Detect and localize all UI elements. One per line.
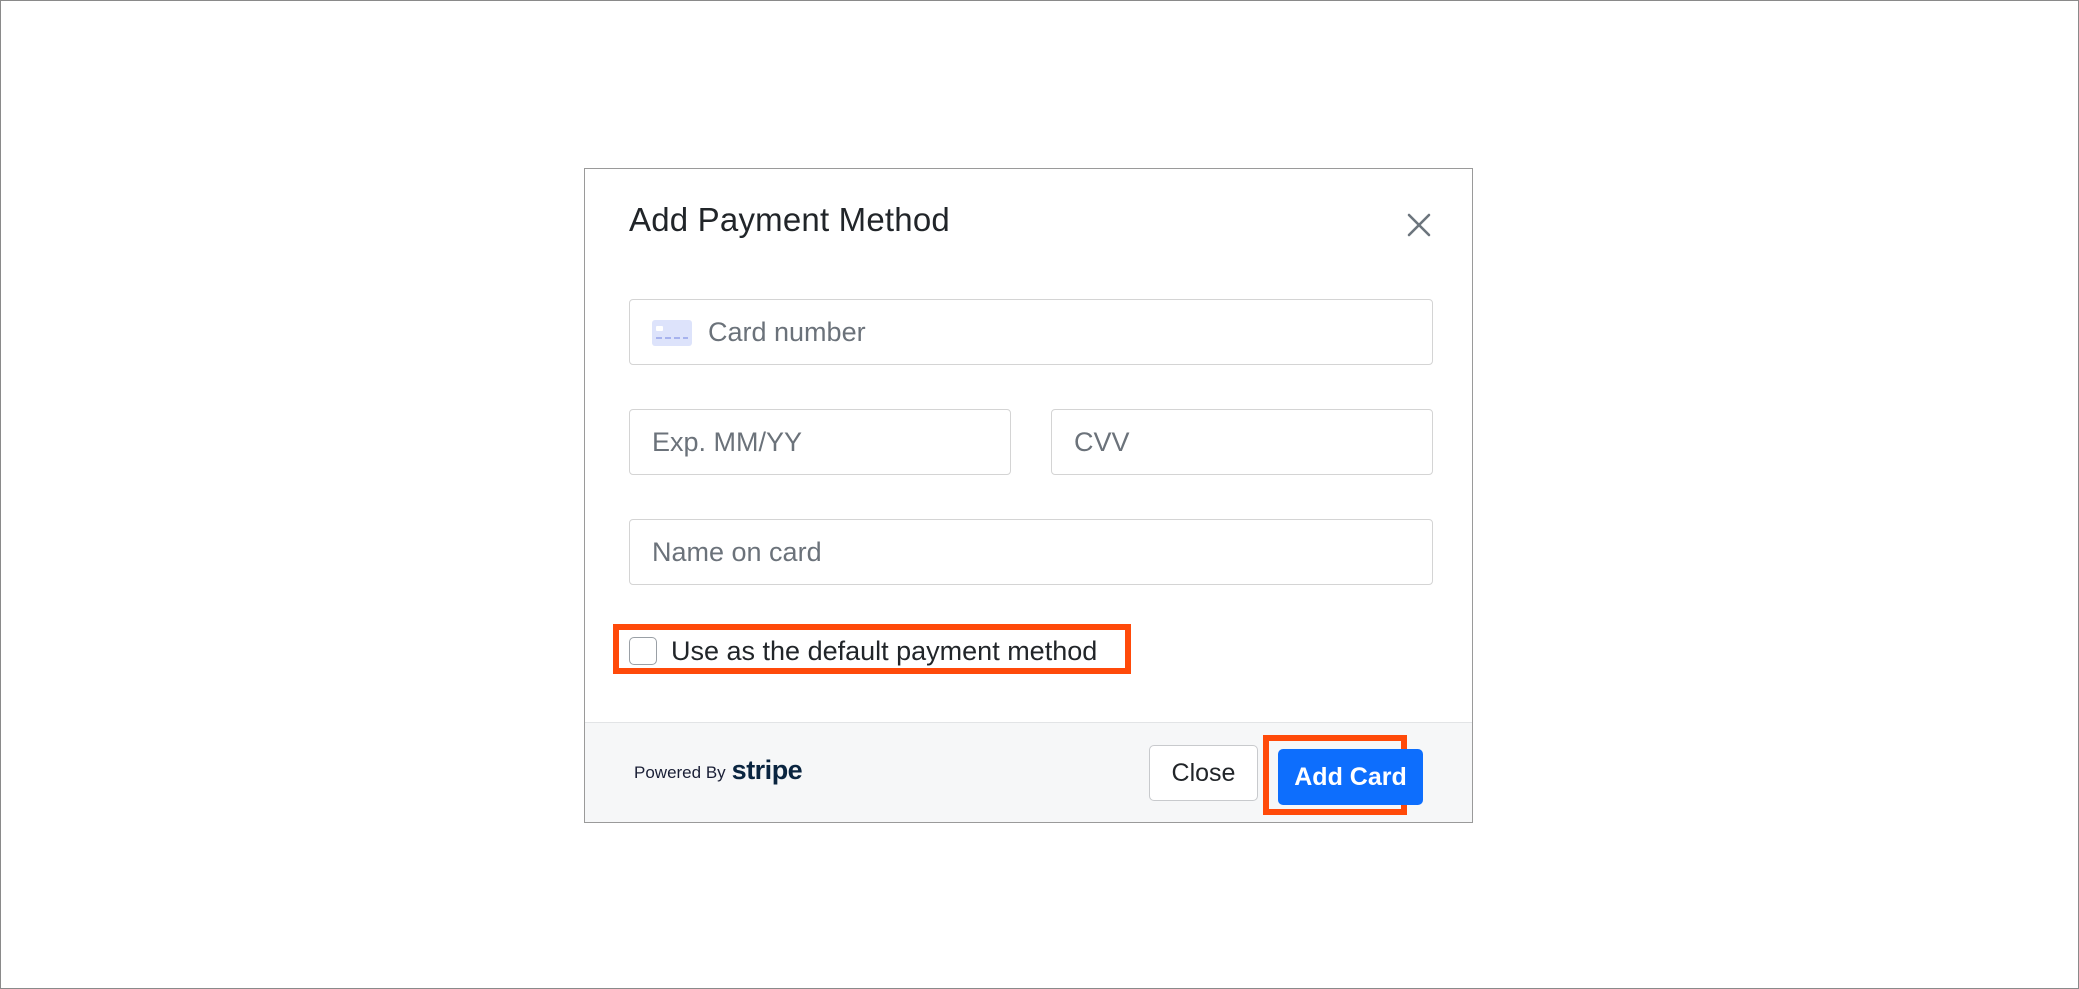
modal-title: Add Payment Method <box>629 201 950 238</box>
default-payment-label: Use as the default payment method <box>671 635 1098 666</box>
card-number-field[interactable] <box>629 299 1433 365</box>
credit-card-icon <box>652 320 692 346</box>
cvv-field[interactable] <box>1051 409 1433 475</box>
close-icon[interactable] <box>1401 207 1437 243</box>
card-number-input[interactable] <box>708 300 1350 364</box>
powered-by-stripe: Powered By stripe <box>634 755 803 786</box>
expiry-field[interactable] <box>629 409 1011 475</box>
add-card-button[interactable]: Add Card <box>1278 749 1423 805</box>
expiry-input[interactable] <box>652 410 956 474</box>
name-on-card-field[interactable] <box>629 519 1433 585</box>
powered-by-text: Powered By <box>634 762 726 782</box>
default-payment-checkbox-row[interactable]: Use as the default payment method <box>629 635 1097 667</box>
stripe-logo: stripe <box>731 755 803 785</box>
add-payment-method-modal: Add Payment Method Use as t <box>584 168 1473 823</box>
name-on-card-input[interactable] <box>652 520 1294 584</box>
cvv-input[interactable] <box>1074 410 1378 474</box>
modal-footer: Powered By stripe Close Add Card <box>585 722 1472 822</box>
default-payment-checkbox[interactable] <box>629 637 657 665</box>
close-button[interactable]: Close <box>1149 745 1258 801</box>
